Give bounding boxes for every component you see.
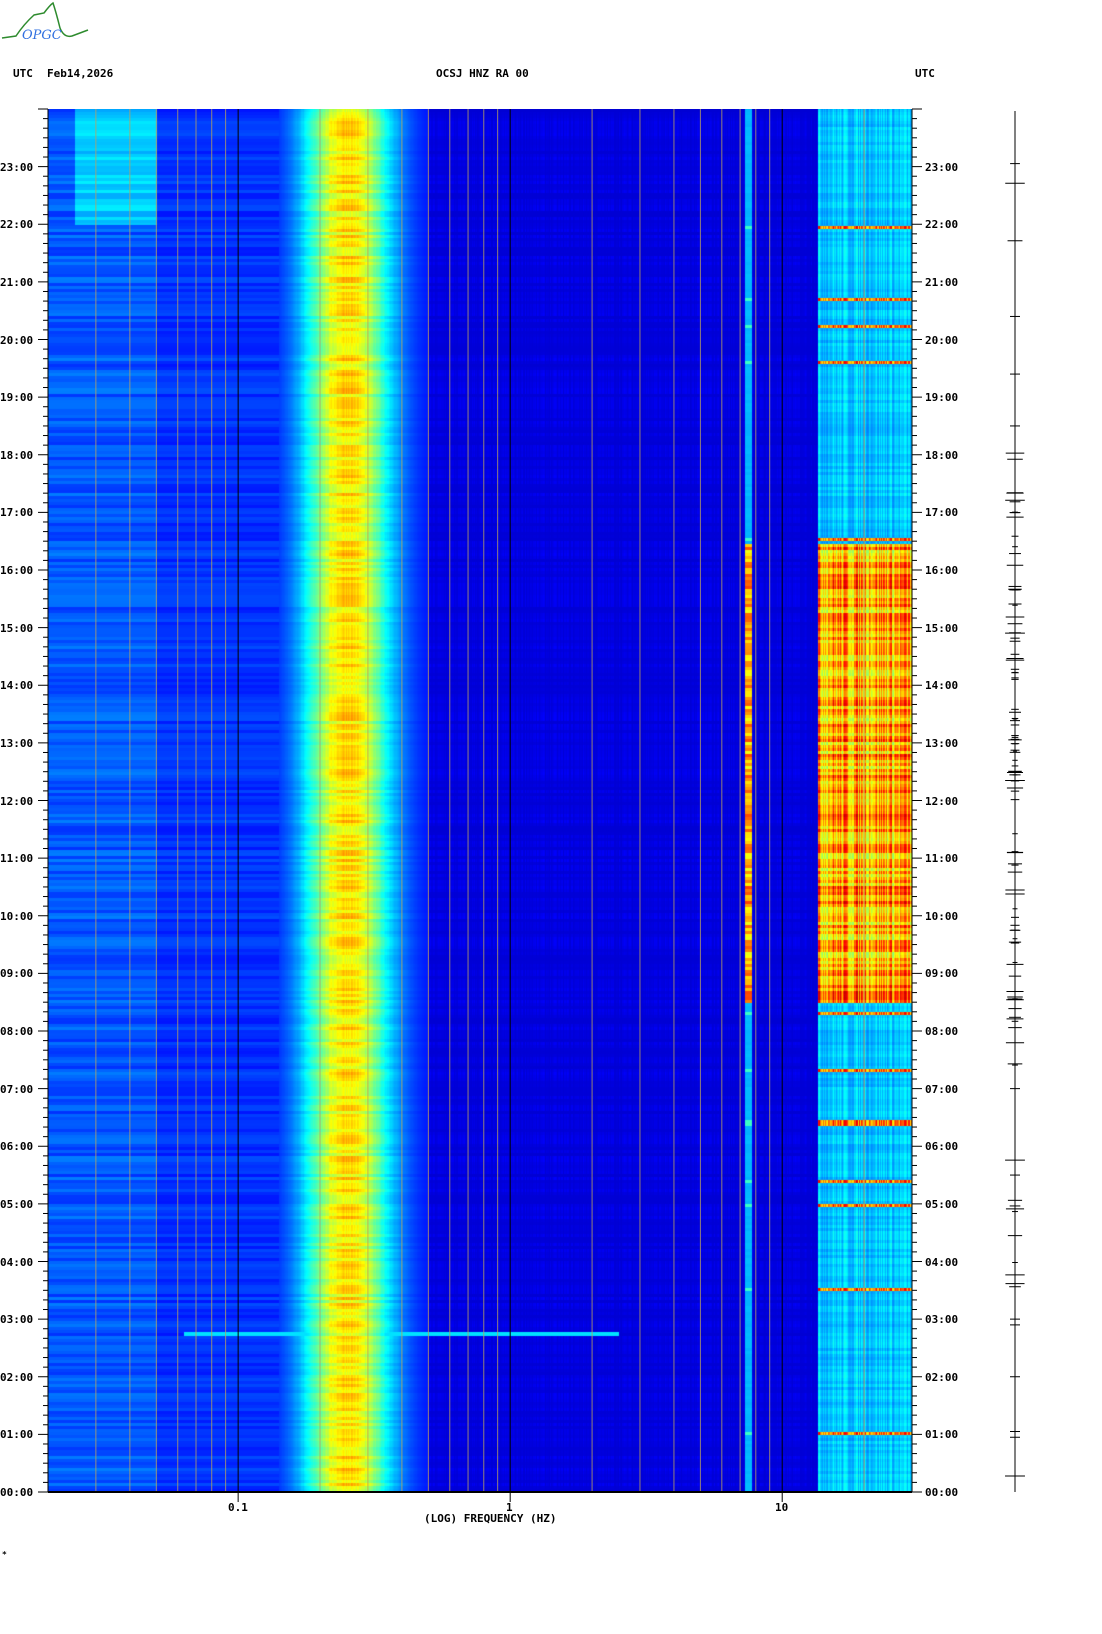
y-tick-label-left: 21:00: [0, 275, 34, 289]
y-tick-label-left: 02:00: [0, 1370, 34, 1384]
y-tick-label-left: 16:00: [0, 564, 34, 577]
y-tick-label-left: 18:00: [0, 448, 34, 462]
y-tick-label-right: 02:00: [925, 1370, 959, 1384]
y-tick-label-left: 23:00: [0, 160, 34, 174]
y-tick-label-right: 04:00: [925, 1255, 959, 1269]
axes: [38, 108, 1025, 1502]
y-tick-label-right: 14:00: [925, 679, 959, 693]
x-axis-label: (LOG) FREQUENCY (HZ): [424, 1512, 557, 1525]
y-tick-label-right: 15:00: [925, 621, 959, 635]
footer-mark: *: [2, 1550, 7, 1559]
y-tick-label-right: 17:00: [925, 506, 959, 520]
y-tick-label-left: 04:00: [0, 1255, 34, 1269]
y-tick-label-right: 16:00: [925, 564, 959, 577]
y-tick-label-right: 11:00: [925, 852, 959, 866]
y-tick-label-right: 06:00: [925, 1140, 959, 1154]
y-tick-label-left: 19:00: [0, 391, 34, 405]
y-tick-label-right: 13:00: [925, 736, 959, 750]
y-tick-label-right: 09:00: [925, 967, 959, 981]
y-tick-label-left: 22:00: [0, 218, 34, 232]
y-tick-label-right: 10:00: [925, 909, 959, 923]
y-tick-label-left: 07:00: [0, 1082, 34, 1096]
y-tick-label-left: 15:00: [0, 621, 34, 635]
y-tick-label-left: 06:00: [0, 1140, 34, 1154]
y-tick-label-left: 20:00: [0, 333, 34, 347]
y-tick-label-right: 18:00: [925, 448, 959, 462]
x-tick-label-0.1: 0.1: [228, 1501, 248, 1514]
y-tick-label-right: 22:00: [925, 218, 959, 232]
y-tick-label-left: 10:00: [0, 909, 34, 923]
y-tick-label-right: 21:00: [925, 275, 959, 289]
y-tick-label-left: 17:00: [0, 506, 34, 520]
y-tick-label-left: 09:00: [0, 967, 34, 981]
y-tick-label-left: 08:00: [0, 1025, 34, 1038]
y-tick-label-right: 08:00: [925, 1025, 959, 1038]
y-tick-label-right: 00:00: [925, 1486, 959, 1499]
y-tick-label-left: 01:00: [0, 1428, 34, 1442]
y-tick-label-right: 03:00: [925, 1313, 959, 1327]
y-tick-label-right: 19:00: [925, 391, 959, 405]
y-tick-label-left: 12:00: [0, 794, 34, 808]
y-tick-label-left: 11:00: [0, 852, 34, 866]
y-tick-label-right: 23:00: [925, 160, 959, 174]
y-tick-label-right: 05:00: [925, 1197, 959, 1211]
y-tick-label-right: 20:00: [925, 333, 959, 347]
y-tick-label-left: 03:00: [0, 1313, 34, 1327]
y-tick-label-right: 12:00: [925, 794, 959, 808]
y-tick-label-left: 00:00: [0, 1486, 34, 1499]
y-tick-label-right: 01:00: [925, 1428, 959, 1442]
x-tick-label-10: 10: [775, 1501, 789, 1514]
y-tick-label-left: 14:00: [0, 679, 34, 693]
y-tick-label-right: 07:00: [925, 1082, 959, 1096]
y-tick-label-left: 05:00: [0, 1197, 34, 1211]
y-tick-label-left: 13:00: [0, 736, 34, 750]
